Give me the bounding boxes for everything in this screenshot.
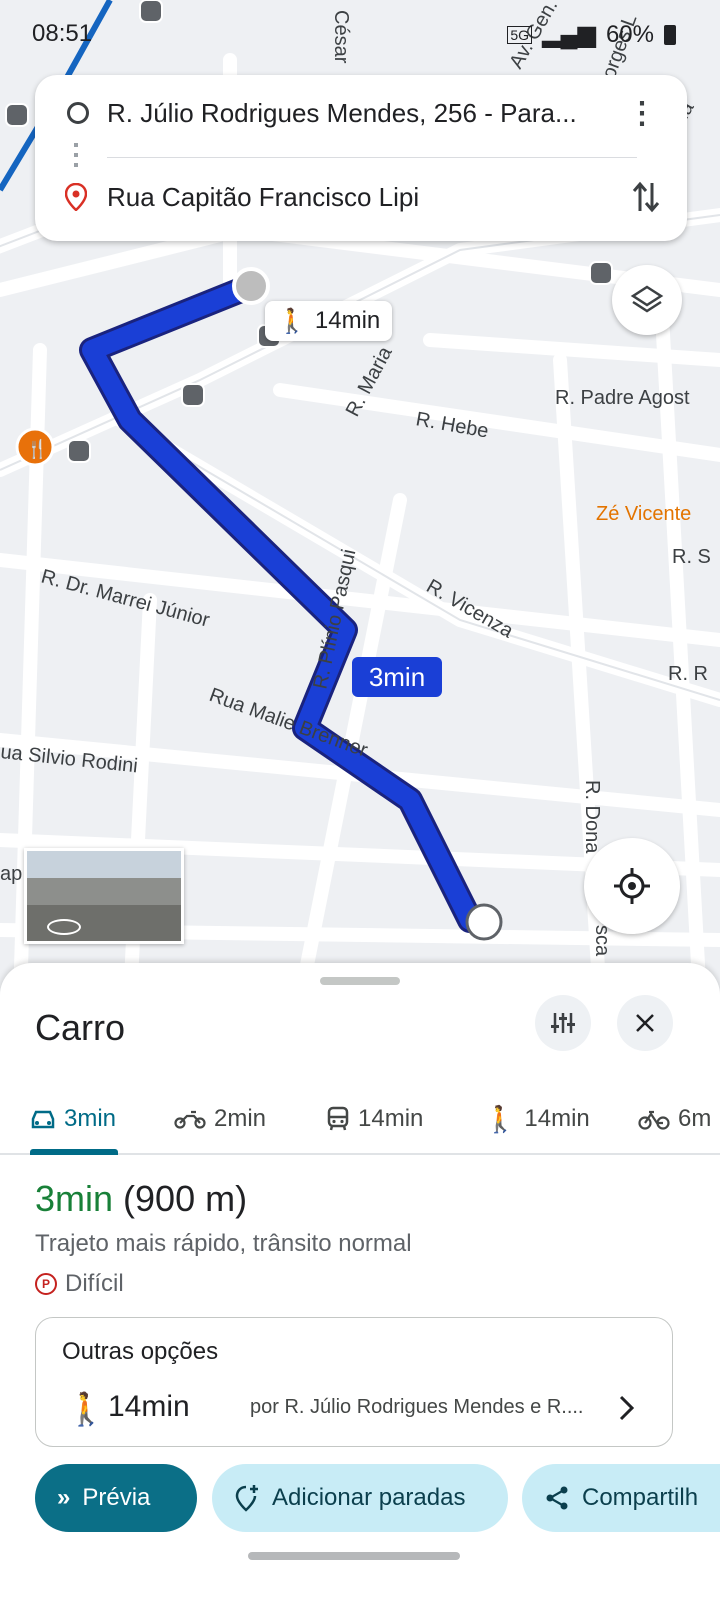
- tab-car[interactable]: 3min: [30, 1085, 116, 1153]
- my-location-icon: [614, 868, 650, 904]
- add-stops-button[interactable]: Adicionar paradas: [212, 1464, 508, 1532]
- route-summary: 3min (900 m): [35, 1178, 247, 1220]
- street-label-dona: R. Dona: [581, 780, 603, 854]
- tab-transit-time: 14min: [358, 1105, 424, 1132]
- sheet-title: Carro: [35, 1007, 126, 1048]
- add-stops-label: Adicionar paradas: [272, 1484, 466, 1511]
- destination-pin-icon: [65, 183, 87, 211]
- destination-marker: [465, 903, 503, 941]
- route-duration: 3min: [35, 1178, 114, 1219]
- network-indicator: 5G: [507, 25, 533, 44]
- gesture-nav-bar[interactable]: [248, 1552, 460, 1560]
- walk-icon: 🚶: [277, 307, 307, 335]
- walk-icon: 🚶: [66, 1391, 106, 1427]
- tab-bike-time: 6m: [678, 1105, 712, 1132]
- street-label-r-s: R. S: [672, 546, 711, 568]
- route-options-button[interactable]: [535, 995, 591, 1051]
- status-bar: 08:51 5G ▂▄▆ 60%: [0, 0, 720, 72]
- my-location-button[interactable]: [584, 838, 680, 934]
- route-description: Trajeto mais rápido, trânsito normal: [35, 1230, 412, 1257]
- origin-circle-icon: [67, 102, 89, 124]
- other-options-title: Outras opções: [62, 1338, 219, 1365]
- restaurant-icon: 🍴: [15, 427, 55, 467]
- share-icon: [546, 1486, 568, 1510]
- transit-icon: [327, 1106, 349, 1131]
- car-icon: [31, 1110, 55, 1129]
- tab-bike[interactable]: 6m: [638, 1085, 711, 1153]
- add-location-icon: [235, 1485, 258, 1512]
- motorcycle-icon: [174, 1110, 206, 1129]
- double-chevron-icon: »: [57, 1484, 71, 1511]
- parking-difficulty: Difícil: [65, 1270, 124, 1297]
- layers-button[interactable]: [612, 265, 682, 335]
- origin-text[interactable]: R. Júlio Rodrigues Mendes, 256 - Para...: [107, 98, 577, 129]
- close-button[interactable]: [617, 995, 673, 1051]
- street-label-r-r: R. R: [668, 663, 708, 685]
- battery-icon: [664, 24, 676, 45]
- tab-motorcycle-time: 2min: [214, 1105, 267, 1132]
- tab-walk[interactable]: 🚶 14min: [484, 1085, 590, 1153]
- active-tab-indicator: [30, 1149, 118, 1155]
- tab-motorcycle[interactable]: 2min: [174, 1085, 266, 1153]
- route-time-badge[interactable]: 3min: [352, 657, 442, 697]
- place-label-ze-vicente: Zé Vicente: [596, 503, 691, 525]
- route-distance: (900 m): [123, 1178, 248, 1219]
- street-label-ap: ap: [0, 863, 22, 885]
- destination-text[interactable]: Rua Capitão Francisco Lipi: [107, 182, 419, 213]
- share-label: Compartilh: [582, 1484, 699, 1511]
- destination-row[interactable]: Rua Capitão Francisco Lipi: [35, 161, 687, 233]
- tune-icon: [551, 1013, 575, 1033]
- preview-label: Prévia: [82, 1484, 151, 1511]
- sheet-handle[interactable]: [320, 977, 400, 985]
- street-view-rotate-icon: [47, 919, 81, 935]
- signal-icon: ▂▄▆: [542, 21, 596, 48]
- directions-card: R. Júlio Rodrigues Mendes, 256 - Para...…: [35, 75, 687, 241]
- parking-icon: P: [35, 1273, 57, 1295]
- walk-bubble-time: 14min: [314, 307, 381, 334]
- more-options-icon[interactable]: ⋮: [627, 96, 657, 131]
- swap-icon[interactable]: [631, 179, 661, 215]
- other-options-route: por R. Júlio Rodrigues Mendes e R....: [250, 1396, 584, 1418]
- tab-transit[interactable]: 14min: [326, 1085, 423, 1153]
- layers-icon: [630, 285, 664, 313]
- status-time: 08:51: [32, 20, 93, 47]
- preview-button[interactable]: » Prévia: [35, 1464, 197, 1532]
- travel-mode-tabs: 3min 2min 14min 🚶 14min 6m: [0, 1085, 720, 1155]
- battery-level: 60%: [605, 20, 654, 48]
- parking-info: P Difícil: [35, 1270, 124, 1298]
- other-options-card[interactable]: Outras opções 🚶 14min por R. Júlio Rodri…: [35, 1317, 673, 1447]
- tab-walk-time: 14min: [524, 1105, 590, 1132]
- bike-icon: [638, 1110, 670, 1130]
- origin-marker: [232, 267, 270, 305]
- tab-car-time: 3min: [64, 1105, 117, 1132]
- divider: [107, 157, 637, 158]
- chevron-right-icon: [619, 1395, 635, 1421]
- close-icon: [636, 1014, 654, 1032]
- street-label-sca: sca: [591, 925, 613, 957]
- street-label-padre: R. Padre Agost: [555, 387, 690, 409]
- share-button[interactable]: Compartilh: [522, 1464, 720, 1532]
- origin-row[interactable]: R. Júlio Rodrigues Mendes, 256 - Para...…: [35, 77, 687, 149]
- street-view-thumbnail[interactable]: [24, 848, 184, 944]
- status-icons: 5G ▂▄▆ 60%: [507, 20, 676, 49]
- walk-icon: 🚶: [484, 1103, 517, 1134]
- svg-text:🍴: 🍴: [26, 438, 48, 460]
- other-options-time: 14min: [108, 1390, 190, 1423]
- walk-time-bubble[interactable]: 🚶 14min: [265, 301, 393, 341]
